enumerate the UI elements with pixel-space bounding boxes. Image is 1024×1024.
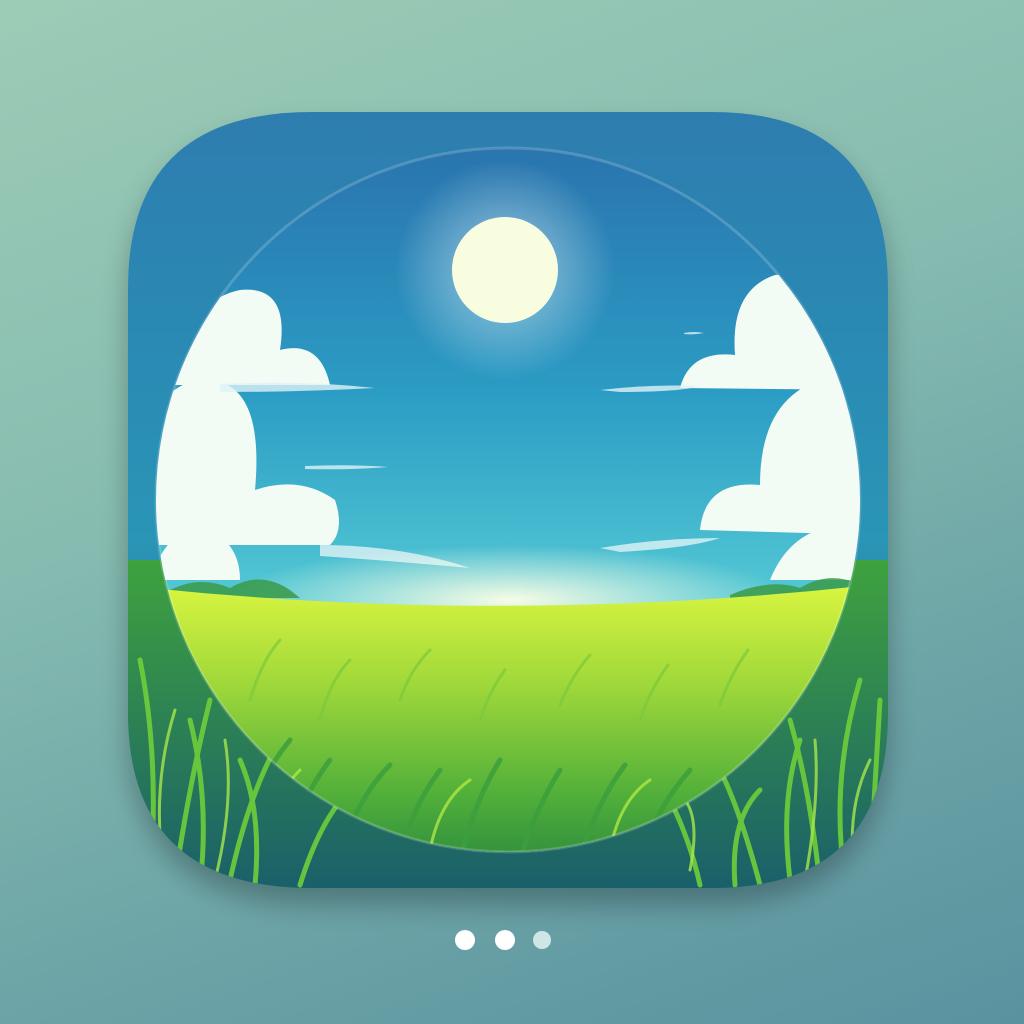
app-icon[interactable] xyxy=(0,0,1024,1024)
page-dot-1[interactable] xyxy=(455,930,475,950)
sun-icon xyxy=(452,217,558,323)
page-dot-3[interactable] xyxy=(533,931,551,949)
page-indicator xyxy=(452,928,572,952)
page-dot-2[interactable] xyxy=(495,930,515,950)
